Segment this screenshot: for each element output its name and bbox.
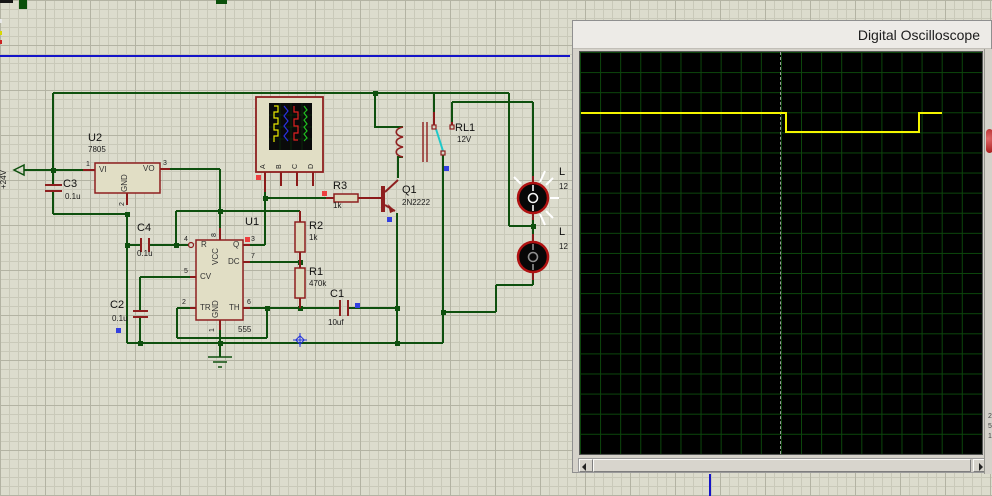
oscilloscope-screen (579, 51, 983, 455)
u2-pin-vo: VO (143, 164, 155, 173)
c2-value[interactable]: 0.1u (112, 315, 128, 323)
horizontal-scrollbar[interactable] (578, 458, 988, 473)
q1-value[interactable]: 2N2222 (402, 199, 430, 207)
relay-coil (395, 126, 404, 158)
u2-ref[interactable]: U2 (88, 133, 102, 144)
scope-side-panel: 2 5 1 (984, 49, 992, 474)
q1-ref[interactable]: Q1 (402, 185, 417, 196)
c2-ref[interactable]: C2 (110, 300, 124, 311)
lamp1-ref[interactable]: L (559, 167, 565, 178)
u1-pin-q: Q (233, 240, 240, 249)
toolbar-fragments (0, 0, 227, 44)
oscilloscope-window[interactable]: Digital Oscilloscope 2 5 1 (572, 20, 992, 474)
c4-ref[interactable]: C4 (137, 223, 151, 234)
capacitor-c3[interactable] (45, 184, 62, 192)
u2-pin-num-2: 2 (119, 202, 126, 206)
u1-num-7: 7 (251, 253, 255, 260)
capacitor-c2[interactable] (133, 310, 148, 318)
panel-label-fragment: 1 (988, 433, 992, 440)
u1-value[interactable]: 555 (238, 326, 251, 334)
scrollbar-thumb[interactable] (593, 459, 971, 472)
origin-marker (293, 333, 307, 347)
lamp2-ref[interactable]: L (559, 227, 565, 238)
knob-icon[interactable] (986, 129, 992, 153)
u1-pin-vcc: VCC (211, 248, 220, 265)
resistor-r1[interactable] (294, 267, 306, 299)
u1-ref[interactable]: U1 (245, 217, 259, 228)
transistor-q1[interactable] (381, 179, 399, 213)
r2-ref[interactable]: R2 (309, 221, 323, 232)
c3-ref[interactable]: C3 (63, 179, 77, 190)
scroll-left-icon (582, 463, 586, 471)
u1-num-1: 1 (209, 328, 216, 332)
r1-ref[interactable]: R1 (309, 267, 323, 278)
u1-pin-gnd: GND (211, 300, 220, 318)
u1-pin-dc: DC (228, 257, 240, 266)
scroll-left-button[interactable] (579, 459, 593, 472)
relay-rl1[interactable] (395, 122, 455, 162)
c1-value[interactable]: 10uf (328, 319, 344, 327)
lamp-1-lit[interactable] (513, 170, 559, 226)
r1-value[interactable]: 470k (309, 280, 326, 288)
relay-blade (435, 128, 444, 152)
proteus-schematic-canvas[interactable]: U2 7805 VI VO GND 1 3 2 +24V C3 0.1u C4 … (0, 0, 992, 496)
u1-num-4: 4 (184, 236, 188, 243)
probe-ch-d: D (308, 163, 315, 169)
u1-num-3: 3 (251, 236, 255, 243)
power-terminal-arrow[interactable] (12, 163, 30, 177)
rl1-ref[interactable]: RL1 (455, 123, 475, 134)
u1-pin-th: TH (229, 303, 240, 312)
probe-trace-yellow (273, 105, 279, 142)
u1-pin-r: R (201, 240, 207, 249)
lamp-2-off[interactable] (516, 240, 550, 274)
reset-pin-bubble (187, 241, 195, 249)
c4-value[interactable]: 0.1u (137, 250, 153, 258)
lamp1-value[interactable]: 12 (559, 183, 568, 191)
u2-value[interactable]: 7805 (88, 146, 106, 154)
c1-ref[interactable]: C1 (330, 289, 344, 300)
u1-num-2: 2 (182, 299, 186, 306)
u1-pin-cv: CV (200, 272, 212, 281)
panel-label-fragment: 5 (988, 423, 992, 430)
window-title: Digital Oscilloscope (857, 27, 980, 43)
capacitor-c1[interactable] (339, 300, 349, 316)
probe-screen (269, 103, 312, 150)
power-label: +24V (0, 170, 8, 189)
probe-ch-a: A (260, 164, 267, 169)
probe-ch-b: B (276, 164, 283, 169)
rl1-value[interactable]: 12V (457, 136, 471, 144)
lamp2-value[interactable]: 12 (559, 243, 568, 251)
u1-num-6: 6 (247, 299, 251, 306)
u1-num-8: 8 (211, 233, 218, 237)
u2-pin-num-1: 1 (86, 161, 90, 168)
ground-symbol[interactable] (208, 356, 232, 368)
u1-pin-tr: TR (200, 303, 211, 312)
c3-value[interactable]: 0.1u (65, 193, 81, 201)
r3-ref[interactable]: R3 (333, 181, 347, 192)
scroll-right-icon (979, 463, 983, 471)
u1-num-5: 5 (184, 268, 188, 275)
probe-ch-c: C (292, 163, 299, 169)
u2-pin-vi: VI (99, 165, 107, 174)
window-titlebar[interactable]: Digital Oscilloscope (573, 21, 991, 49)
u2-pin-num-3: 3 (163, 160, 167, 167)
channel-a-trace (581, 112, 942, 133)
panel-label-fragment: 2 (988, 413, 992, 420)
r2-value[interactable]: 1k (309, 234, 317, 242)
emitter-arrow (388, 204, 395, 213)
r3-value[interactable]: 1k (333, 202, 341, 210)
u2-pin-gnd: GND (120, 174, 129, 192)
relay-core (422, 122, 428, 162)
resistor-r2[interactable] (294, 221, 306, 253)
